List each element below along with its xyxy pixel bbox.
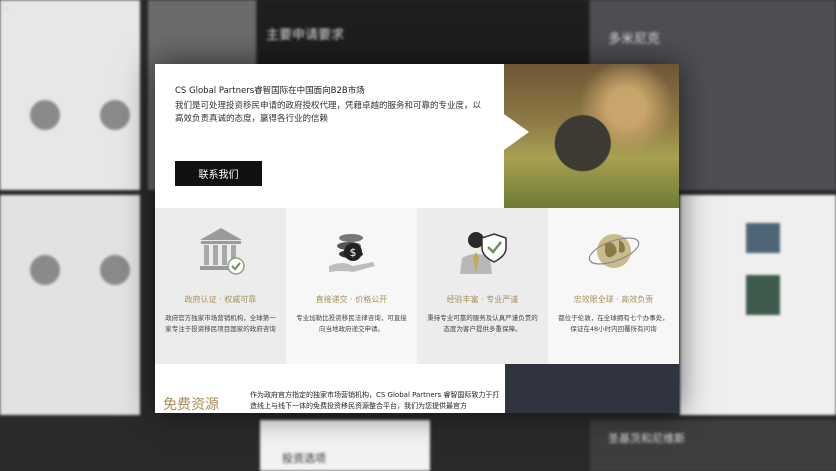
intro-modal: CS Global Partners睿智国际在中国面向B2B市场 我们是可处理投… <box>155 64 679 413</box>
consultant-shield-icon <box>460 232 507 274</box>
free-resources-section: 免费资源 作为政府官方指定的独家市场营销机构，CS Global Partner… <box>155 364 679 413</box>
hero-title: CS Global Partners睿智国际在中国面向B2B市场 <box>175 86 365 96</box>
feature-experienced: 经验丰富 · 专业严谨 秉持专业可靠的服务及认真严谨负责的态度为客户提供多重保障… <box>417 208 548 364</box>
hero-image-globe-hands <box>504 64 679 208</box>
free-resources-title: 免费资源 <box>163 397 219 413</box>
feature-title: 忠效眼全球 · 高效负责 <box>573 295 654 304</box>
money-hand-icon: $ <box>329 234 375 272</box>
globe-icon <box>588 234 640 268</box>
resources-dark-strip <box>505 364 679 413</box>
svg-text:$: $ <box>350 246 357 259</box>
bg-investment-options: 投资选项 <box>282 452 326 465</box>
feature-desc: 秉持专业可靠的服务及认真严谨负责的态度为客户提供多重保障。 <box>427 314 538 333</box>
feature-title: 直接递交 · 价格公开 <box>315 295 388 304</box>
feature-government-certified: 政府认证 · 权威可靠 政府官方独家市场营销机构，全球第一家专注于投资移民项目国… <box>155 208 286 364</box>
feature-title: 政府认证 · 权威可靠 <box>184 295 257 304</box>
feature-global-offices: 忠效眼全球 · 高效负责 都位于伦敦，在全球拥有七个办事处，保证在48小时内回覆… <box>548 208 679 364</box>
features-row: 政府认证 · 权威可靠 政府官方独家市场营销机构，全球第一家专注于投资移民项目国… <box>155 208 679 364</box>
bank-building-icon <box>200 228 245 275</box>
feature-desc: 政府官方独家市场营销机构，全球第一家专注于投资移民项目国家的政府咨询 <box>165 314 276 333</box>
feature-desc: 都位于伦敦，在全球拥有七个办事处，保证在48小时内回覆所有问询 <box>558 314 669 333</box>
feature-title: 经验丰富 · 专业严谨 <box>446 295 519 304</box>
feature-direct-submission: $ 直接递交 · 价格公开 专业加勒比投资移民法律咨询，可直接向当地政府递交申请… <box>286 208 417 364</box>
bg-requirements-title: 主要申请要求 <box>266 28 345 43</box>
free-resources-desc: 作为政府官方指定的独家市场营销机构，CS Global Partners 睿智国… <box>250 391 500 410</box>
bg-dominica-title: 多米尼克 <box>608 32 661 47</box>
bg-saint-kitts-title: 圣基茨和尼维斯 <box>608 432 685 445</box>
hero-description: 我们是可处理投资移民申请的政府授权代理，凭藉卓越的服务和可靠的专业度，以高效负责… <box>175 101 482 124</box>
hero-section: CS Global Partners睿智国际在中国面向B2B市场 我们是可处理投… <box>155 64 679 208</box>
feature-desc: 专业加勒比投资移民法律咨询，可直接向当地政府递交申请。 <box>296 314 407 333</box>
contact-us-button[interactable]: 联系我们 <box>175 161 262 186</box>
hero-notch <box>504 114 529 150</box>
